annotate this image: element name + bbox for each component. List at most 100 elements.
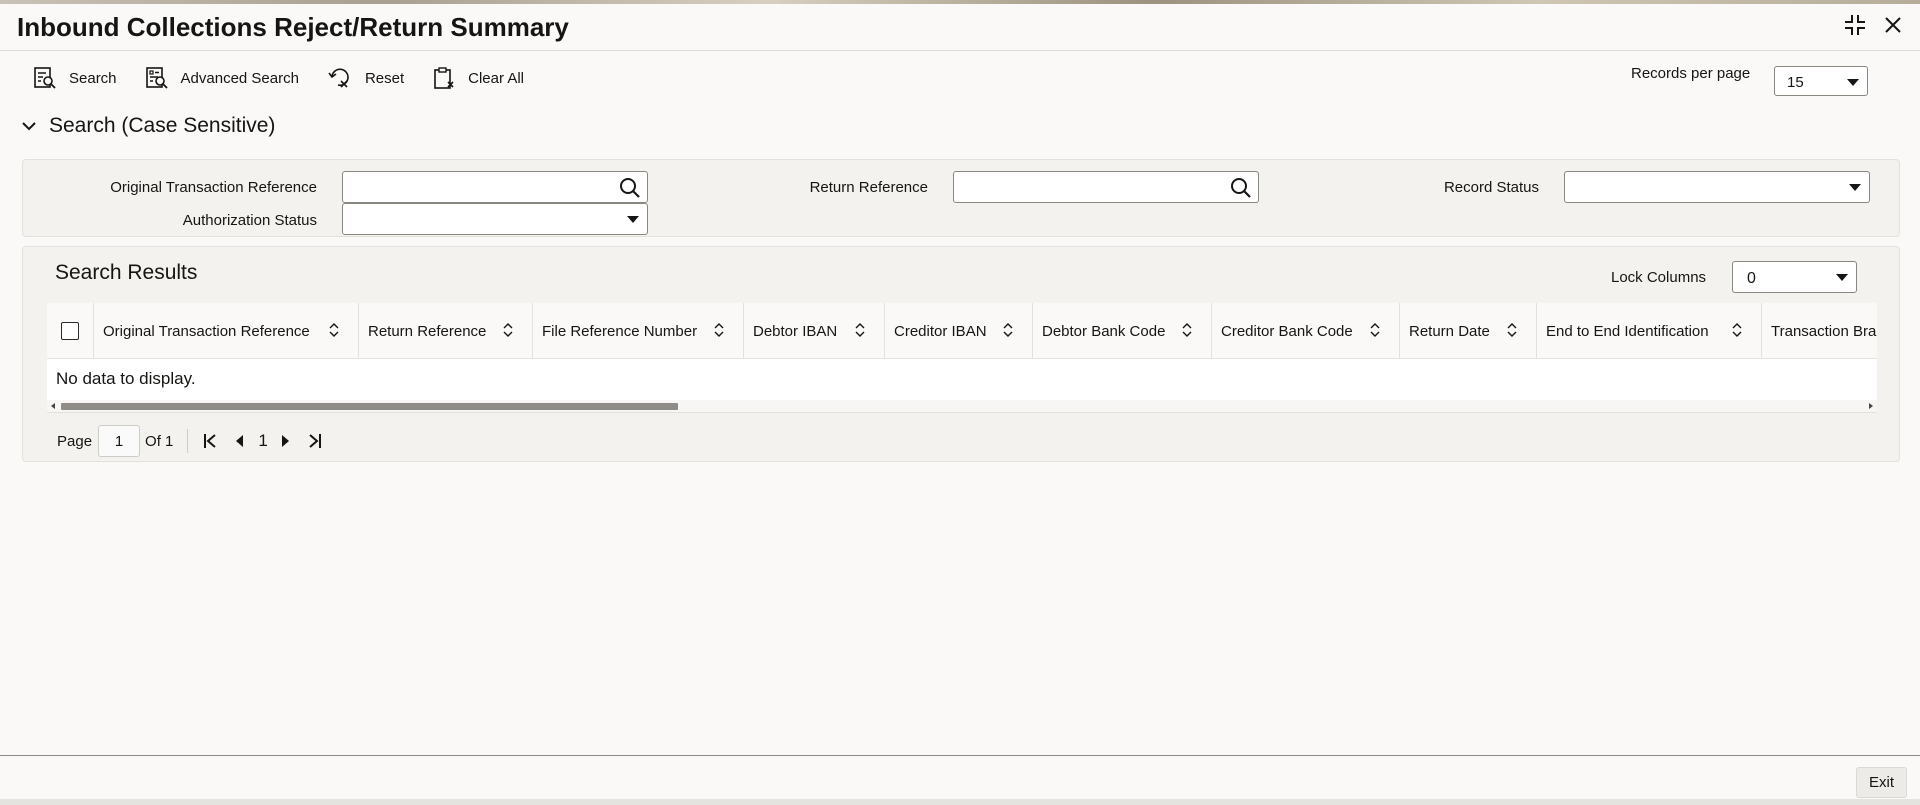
window-controls [1842, 12, 1906, 38]
select-all-checkbox[interactable] [61, 322, 79, 340]
column-header[interactable]: Original Transaction Reference [94, 303, 359, 359]
clear-all-button[interactable]: Clear All [432, 66, 524, 90]
page-title: Inbound Collections Reject/Return Summar… [17, 12, 569, 42]
lock-columns-select[interactable]: 0 [1732, 261, 1857, 293]
pagination: Page Of 1 1 [57, 425, 334, 457]
column-header[interactable]: Creditor Bank Code [1212, 303, 1400, 359]
scroll-right-icon[interactable] [1869, 403, 1873, 409]
last-page-button[interactable] [305, 433, 325, 449]
previous-page-icon [236, 435, 244, 447]
return-reference-input[interactable] [954, 172, 1258, 202]
column-header[interactable]: Debtor IBAN [744, 303, 885, 359]
chevron-down-icon [627, 216, 639, 223]
close-window-button[interactable] [1880, 12, 1906, 38]
lock-columns-value: 0 [1747, 270, 1756, 287]
records-per-page-value: 15 [1787, 74, 1804, 91]
select-all-cell [47, 303, 94, 359]
column-header-label: Debtor Bank Code [1042, 322, 1166, 340]
clipboard-clear-icon [434, 67, 454, 89]
original-transaction-reference-input[interactable] [343, 172, 647, 202]
next-page-icon [281, 435, 289, 447]
authorization-status-select[interactable] [342, 203, 648, 235]
sort-icon [1732, 323, 1742, 337]
column-header[interactable]: Return Reference [359, 303, 533, 359]
search-section-toggle[interactable]: Search (Case Sensitive) [21, 114, 275, 138]
exit-button[interactable]: Exit [1856, 767, 1908, 798]
column-header-label: Transaction Bra [1771, 322, 1877, 340]
search-criteria-panel: Original Transaction Reference Return Re… [22, 159, 1900, 237]
original-transaction-reference-field [342, 171, 648, 203]
reset-icon [328, 68, 349, 88]
reset-button[interactable]: Reset [327, 66, 404, 90]
chevron-down-icon [1847, 79, 1859, 86]
minimize-window-button[interactable] [1842, 12, 1868, 38]
current-page-number[interactable]: 1 [258, 431, 267, 451]
scroll-left-icon[interactable] [51, 403, 55, 409]
sort-icon [1003, 323, 1013, 337]
search-results-panel: Search Results Lock Columns 0 Original T… [22, 246, 1900, 462]
column-header[interactable]: Transaction Bra [1762, 303, 1877, 359]
chevron-down-icon [1836, 274, 1848, 281]
sort-icon [855, 323, 865, 337]
column-header[interactable]: End to End Identification [1537, 303, 1762, 359]
column-header[interactable]: Return Date [1400, 303, 1537, 359]
last-page-icon [309, 434, 321, 448]
collapse-icon [1845, 15, 1865, 35]
chevron-down-icon [1849, 184, 1861, 191]
search-form-icon [34, 67, 56, 89]
chevron-down-icon [22, 122, 36, 131]
column-header-label: Debtor IBAN [753, 322, 838, 340]
record-status-select[interactable] [1564, 171, 1870, 203]
clear-all-button-label: Clear All [468, 69, 524, 87]
column-header-label: Return Reference [368, 322, 487, 340]
authorization-status-label: Authorization Status [182, 212, 317, 229]
summary-window: Inbound Collections Reject/Return Summar… [0, 4, 1920, 801]
sort-icon [329, 323, 339, 337]
results-table: Original Transaction Reference Return Re… [47, 303, 1877, 413]
sort-icon [1370, 323, 1380, 337]
sort-icon [1182, 323, 1192, 337]
page-count-label: Of 1 [145, 432, 174, 450]
advanced-search-button[interactable]: Advanced Search [145, 66, 299, 90]
footer-divider [0, 755, 1920, 756]
close-icon [1885, 17, 1901, 33]
next-page-button[interactable] [276, 434, 296, 448]
records-per-page-select[interactable]: 15 [1774, 66, 1868, 96]
page-number-input[interactable] [98, 425, 141, 457]
advanced-search-button-label: Advanced Search [180, 69, 299, 87]
record-status-label: Record Status [1443, 179, 1539, 196]
column-header[interactable]: Debtor Bank Code [1033, 303, 1212, 359]
toolbar: Search Advanced Search Reset Clear All [33, 66, 524, 90]
column-header[interactable]: File Reference Number [533, 303, 744, 359]
page-label: Page [57, 432, 93, 450]
search-button[interactable]: Search [33, 66, 117, 90]
sort-icon [1507, 323, 1517, 337]
previous-page-button[interactable] [229, 434, 249, 448]
column-header-label: Return Date [1409, 322, 1490, 340]
column-header-label: Creditor Bank Code [1221, 322, 1353, 340]
sort-icon [714, 323, 724, 337]
column-header-label: Original Transaction Reference [103, 322, 310, 340]
return-reference-field [953, 171, 1259, 203]
search-section-title: Search (Case Sensitive) [49, 114, 276, 137]
scrollbar-thumb[interactable] [61, 403, 678, 410]
first-page-button[interactable] [200, 433, 220, 449]
search-results-title: Search Results [55, 261, 198, 284]
lock-columns-label: Lock Columns [1611, 269, 1707, 286]
bottom-bar [0, 799, 1920, 805]
search-icon[interactable] [1230, 177, 1252, 199]
search-button-label: Search [69, 69, 117, 87]
horizontal-scrollbar[interactable] [47, 400, 1877, 412]
advanced-search-icon [145, 67, 168, 89]
column-header[interactable]: Creditor IBAN [885, 303, 1033, 359]
return-reference-label: Return Reference [809, 179, 928, 196]
column-header-label: End to End Identification [1546, 322, 1709, 340]
first-page-icon [204, 434, 217, 448]
column-header-label: File Reference Number [542, 322, 698, 340]
reset-button-label: Reset [364, 69, 405, 87]
original-transaction-reference-label: Original Transaction Reference [110, 179, 317, 196]
records-per-page-label: Records per page [1631, 65, 1751, 82]
title-divider [0, 50, 1920, 51]
empty-table-message: No data to display. [56, 369, 196, 388]
search-icon[interactable] [619, 177, 641, 199]
